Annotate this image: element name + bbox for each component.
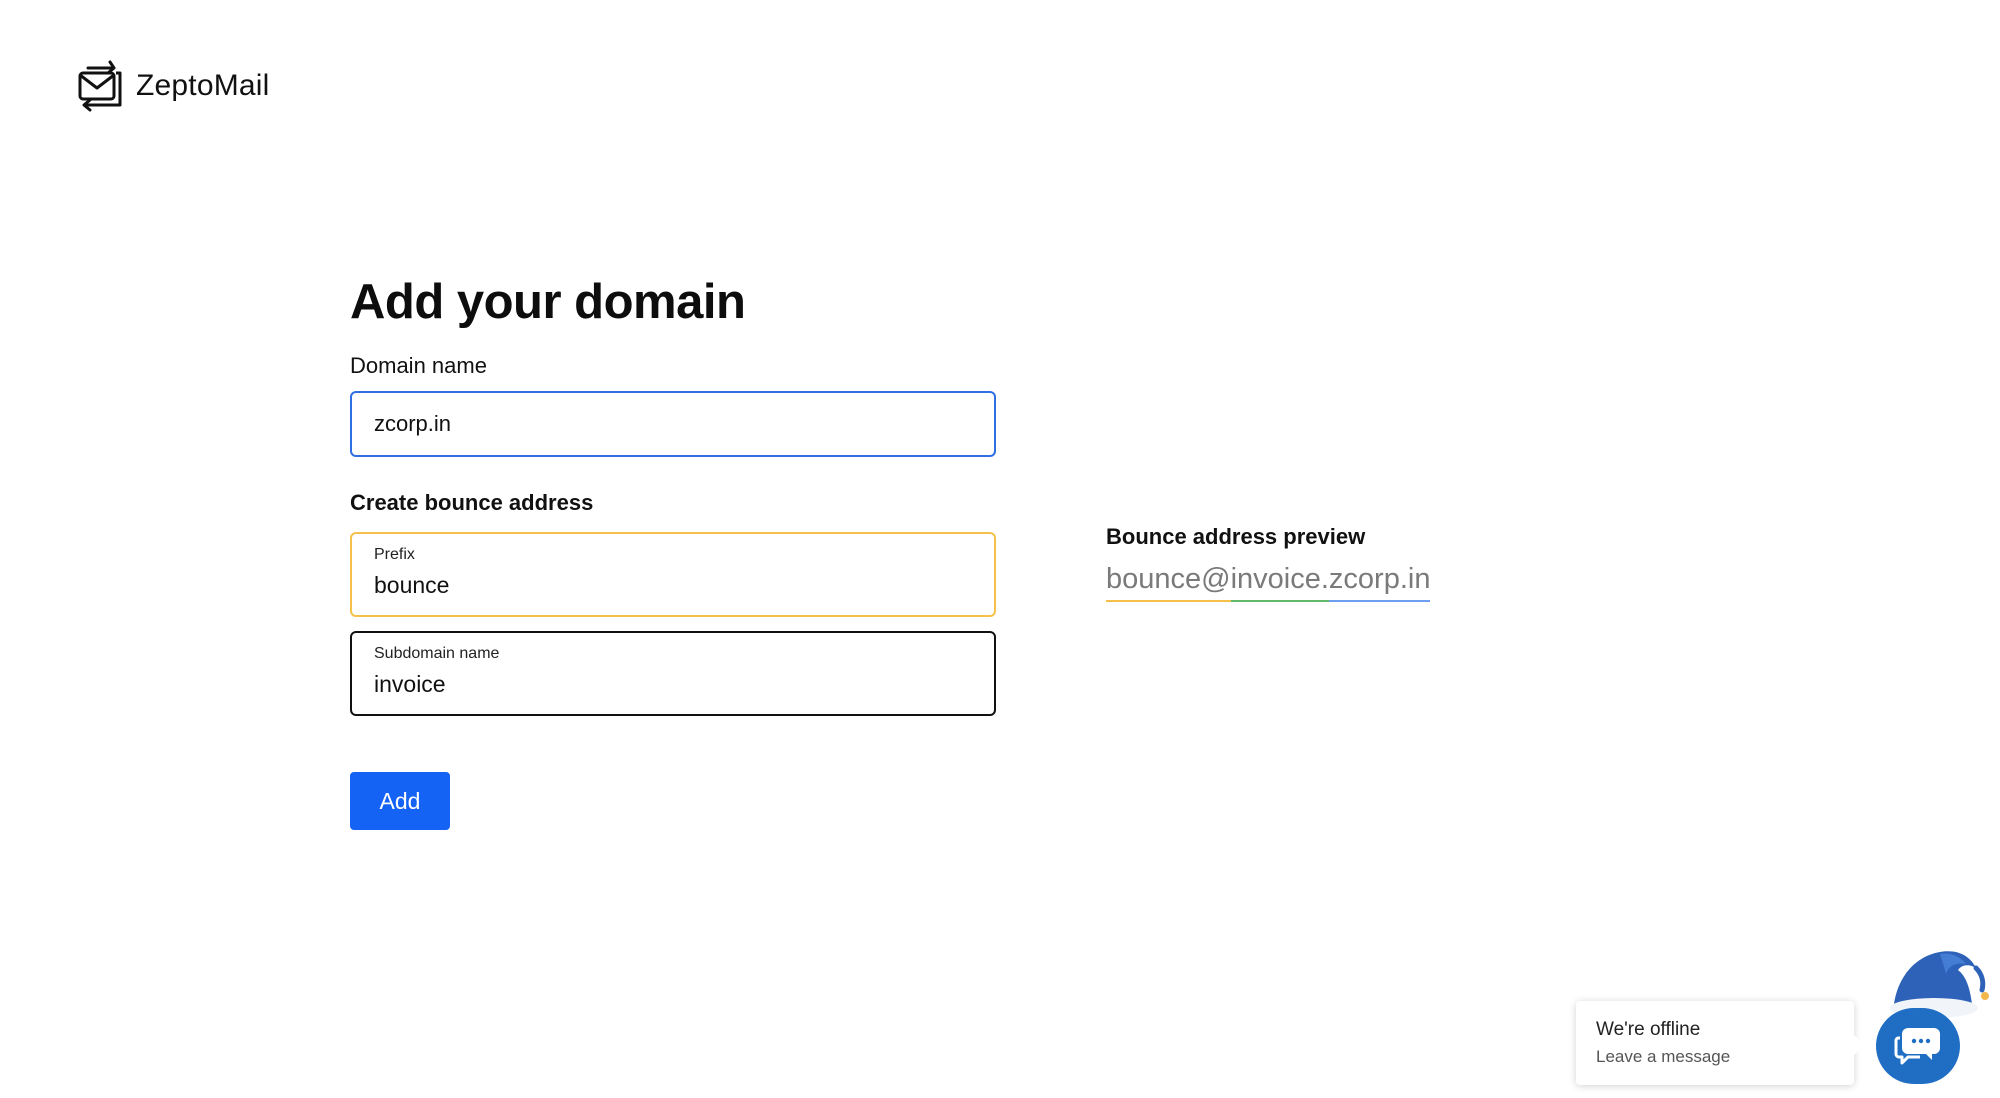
subdomain-field[interactable]: Subdomain name (350, 631, 996, 716)
domain-name-label: Domain name (350, 353, 487, 378)
prefix-input[interactable] (374, 572, 972, 599)
domain-name-field[interactable] (350, 391, 996, 457)
subdomain-label: Subdomain name (374, 645, 500, 662)
prefix-field[interactable]: Prefix (350, 532, 996, 617)
brand-name: ZeptoMail (136, 69, 270, 102)
bounce-preview-title: Bounce address preview (1106, 524, 1366, 549)
envelope-arrows-icon (78, 60, 122, 112)
chat-leave-message[interactable]: Leave a message (1596, 1047, 1834, 1067)
brand-logo[interactable]: ZeptoMail (74, 58, 270, 114)
add-button[interactable]: Add (350, 772, 450, 830)
bounce-preview-address: bounce@invoice.zcorp.in (1106, 563, 1431, 602)
domain-name-input[interactable] (374, 411, 972, 437)
preview-subdomain-part: invoice. (1230, 563, 1329, 602)
page-title: Add your domain (350, 275, 746, 329)
chat-status: We're offline (1596, 1019, 1701, 1040)
chat-launcher-button[interactable] (1876, 1008, 1960, 1084)
bounce-section-label: Create bounce address (350, 490, 594, 515)
chat-bubble-icon (1894, 1028, 1940, 1065)
prefix-label: Prefix (374, 546, 415, 563)
subdomain-input[interactable] (374, 671, 972, 698)
preview-prefix-part: bounce@ (1106, 563, 1231, 602)
chat-offline-bubble[interactable]: We're offline Leave a message (1576, 1001, 1864, 1085)
preview-domain-part: zcorp.in (1328, 563, 1431, 602)
